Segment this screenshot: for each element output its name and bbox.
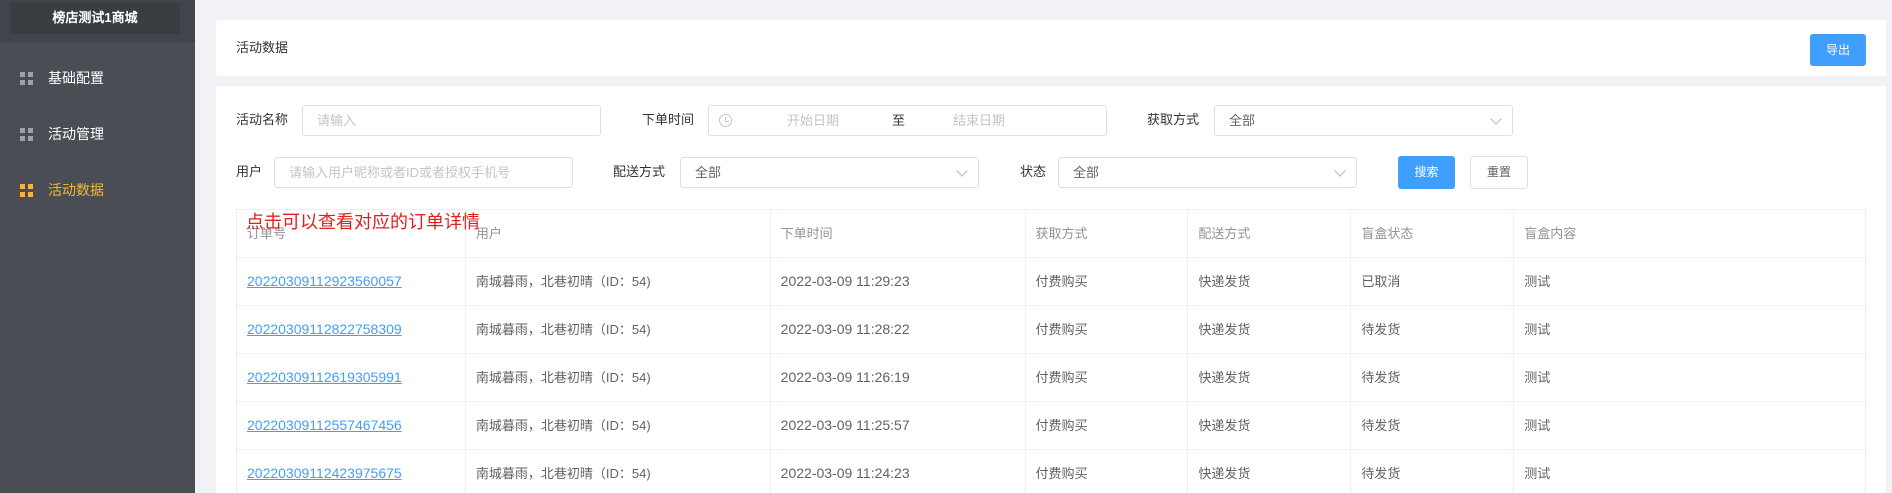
user-cell: 南城暮雨，北巷初晴（ID：54) bbox=[466, 354, 771, 401]
column-header: 配送方式 bbox=[1188, 210, 1352, 257]
status-label: 状态 bbox=[1020, 164, 1047, 179]
sidebar-item-activity-data[interactable]: 活动数据 bbox=[0, 162, 195, 218]
delivery-method-cell: 快递发货 bbox=[1188, 450, 1352, 493]
order-number-link[interactable]: 20220309112423975675 bbox=[237, 450, 466, 493]
end-date-input[interactable]: 结束日期 bbox=[953, 106, 1005, 135]
order-time-cell: 2022-03-09 11:25:57 bbox=[771, 402, 1026, 449]
acquire-method-label: 获取方式 bbox=[1147, 112, 1200, 127]
order-number-link[interactable]: 20220309112619305991 bbox=[237, 354, 466, 401]
order-time-cell: 2022-03-09 11:26:19 bbox=[771, 354, 1026, 401]
box-content-cell: 测试 bbox=[1514, 402, 1867, 449]
order-number-link[interactable]: 20220309112557467456 bbox=[237, 402, 466, 449]
page-title: 活动数据 bbox=[236, 40, 289, 55]
acquire-method-cell: 付费购买 bbox=[1026, 354, 1189, 401]
column-header: 下单时间 bbox=[771, 210, 1026, 257]
clock-icon bbox=[719, 114, 732, 127]
order-number-link[interactable]: 20220309112923560057 bbox=[237, 258, 466, 305]
box-content-cell: 测试 bbox=[1514, 354, 1867, 401]
annotation-note: 点击可以查看对应的订单详情 bbox=[246, 212, 480, 232]
brand-title: 榜店测试1商城 bbox=[10, 2, 180, 34]
header-panel: 活动数据 导出 bbox=[216, 20, 1886, 76]
user-cell: 南城暮雨，北巷初晴（ID：54) bbox=[466, 450, 771, 493]
grid-icon bbox=[20, 183, 33, 197]
sidebar: 榜店测试1商城 基础配置 活动管理 活动数据 bbox=[0, 0, 195, 493]
column-header: 用户 bbox=[466, 210, 771, 257]
delivery-method-cell: 快递发货 bbox=[1188, 306, 1352, 353]
order-time-cell: 2022-03-09 11:29:23 bbox=[771, 258, 1026, 305]
box-status-cell: 待发货 bbox=[1351, 402, 1515, 449]
user-cell: 南城暮雨，北巷初晴（ID：54) bbox=[466, 258, 771, 305]
order-time-cell: 2022-03-09 11:24:23 bbox=[771, 450, 1026, 493]
status-value: 全部 bbox=[1073, 165, 1100, 180]
box-status-cell: 待发货 bbox=[1351, 354, 1515, 401]
start-date-input[interactable]: 开始日期 bbox=[787, 106, 839, 135]
user-label: 用户 bbox=[236, 164, 263, 179]
delivery-method-cell: 快递发货 bbox=[1188, 402, 1352, 449]
table-header: 订单号 用户 下单时间 获取方式 配送方式 盲盒状态 盲盒内容 bbox=[237, 210, 1867, 258]
box-content-cell: 测试 bbox=[1514, 450, 1867, 493]
table-row: 20220309112822758309 南城暮雨，北巷初晴（ID：54) 20… bbox=[237, 306, 1867, 354]
order-time-range-picker[interactable]: 开始日期 至 结束日期 bbox=[708, 105, 1107, 136]
content-panel: 活动名称 请输入 下单时间 开始日期 至 结束日期 获取方式 全部 用户 请输入… bbox=[216, 86, 1886, 493]
user-cell: 南城暮雨，北巷初晴（ID：54) bbox=[466, 402, 771, 449]
acquire-method-select[interactable]: 全部 bbox=[1214, 105, 1513, 136]
grid-icon bbox=[20, 71, 33, 85]
order-time-label: 下单时间 bbox=[642, 112, 695, 127]
table-row: 20220309112923560057 南城暮雨，北巷初晴（ID：54) 20… bbox=[237, 258, 1867, 306]
box-status-cell: 待发货 bbox=[1351, 450, 1515, 493]
acquire-method-cell: 付费购买 bbox=[1026, 258, 1189, 305]
delivery-method-select[interactable]: 全部 bbox=[680, 157, 979, 188]
search-button[interactable]: 搜索 bbox=[1398, 156, 1455, 189]
chevron-down-icon bbox=[1334, 165, 1346, 177]
table-row: 20220309112557467456 南城暮雨，北巷初晴（ID：54) 20… bbox=[237, 402, 1867, 450]
table-row: 20220309112423975675 南城暮雨，北巷初晴（ID：54) 20… bbox=[237, 450, 1867, 493]
acquire-method-cell: 付费购买 bbox=[1026, 402, 1189, 449]
column-header: 盲盒内容 bbox=[1514, 210, 1867, 257]
box-status-cell: 待发货 bbox=[1351, 306, 1515, 353]
delivery-method-label: 配送方式 bbox=[613, 164, 666, 179]
delivery-method-value: 全部 bbox=[695, 165, 722, 180]
sidebar-item-activity-management[interactable]: 活动管理 bbox=[0, 106, 195, 162]
box-status-cell: 已取消 bbox=[1351, 258, 1515, 305]
sidebar-item-label: 基础配置 bbox=[48, 70, 104, 86]
activity-name-label: 活动名称 bbox=[236, 112, 289, 127]
user-cell: 南城暮雨，北巷初晴（ID：54) bbox=[466, 306, 771, 353]
order-time-cell: 2022-03-09 11:28:22 bbox=[771, 306, 1026, 353]
export-button[interactable]: 导出 bbox=[1810, 34, 1866, 66]
reset-button[interactable]: 重置 bbox=[1470, 156, 1528, 189]
box-content-cell: 测试 bbox=[1514, 258, 1867, 305]
user-search-input[interactable]: 请输入用户昵称或者ID或者授权手机号 bbox=[274, 157, 573, 188]
delivery-method-cell: 快递发货 bbox=[1188, 354, 1352, 401]
sidebar-item-label: 活动数据 bbox=[48, 182, 104, 198]
table-row: 20220309112619305991 南城暮雨，北巷初晴（ID：54) 20… bbox=[237, 354, 1867, 402]
sidebar-item-basic-config[interactable]: 基础配置 bbox=[0, 50, 195, 106]
status-select[interactable]: 全部 bbox=[1058, 157, 1357, 188]
column-header: 获取方式 bbox=[1026, 210, 1189, 257]
activity-name-input[interactable]: 请输入 bbox=[302, 105, 601, 136]
order-number-link[interactable]: 20220309112822758309 bbox=[237, 306, 466, 353]
acquire-method-cell: 付费购买 bbox=[1026, 450, 1189, 493]
sidebar-menu: 基础配置 活动管理 活动数据 bbox=[0, 50, 195, 218]
grid-icon bbox=[20, 127, 33, 141]
chevron-down-icon bbox=[956, 165, 968, 177]
orders-table: 订单号 用户 下单时间 获取方式 配送方式 盲盒状态 盲盒内容 20220309… bbox=[236, 209, 1867, 493]
delivery-method-cell: 快递发货 bbox=[1188, 258, 1352, 305]
acquire-method-value: 全部 bbox=[1229, 113, 1256, 128]
sidebar-item-label: 活动管理 bbox=[48, 126, 104, 142]
box-content-cell: 测试 bbox=[1514, 306, 1867, 353]
acquire-method-cell: 付费购买 bbox=[1026, 306, 1189, 353]
column-header: 盲盒状态 bbox=[1351, 210, 1515, 257]
chevron-down-icon bbox=[1490, 113, 1502, 125]
date-separator: 至 bbox=[892, 113, 906, 128]
